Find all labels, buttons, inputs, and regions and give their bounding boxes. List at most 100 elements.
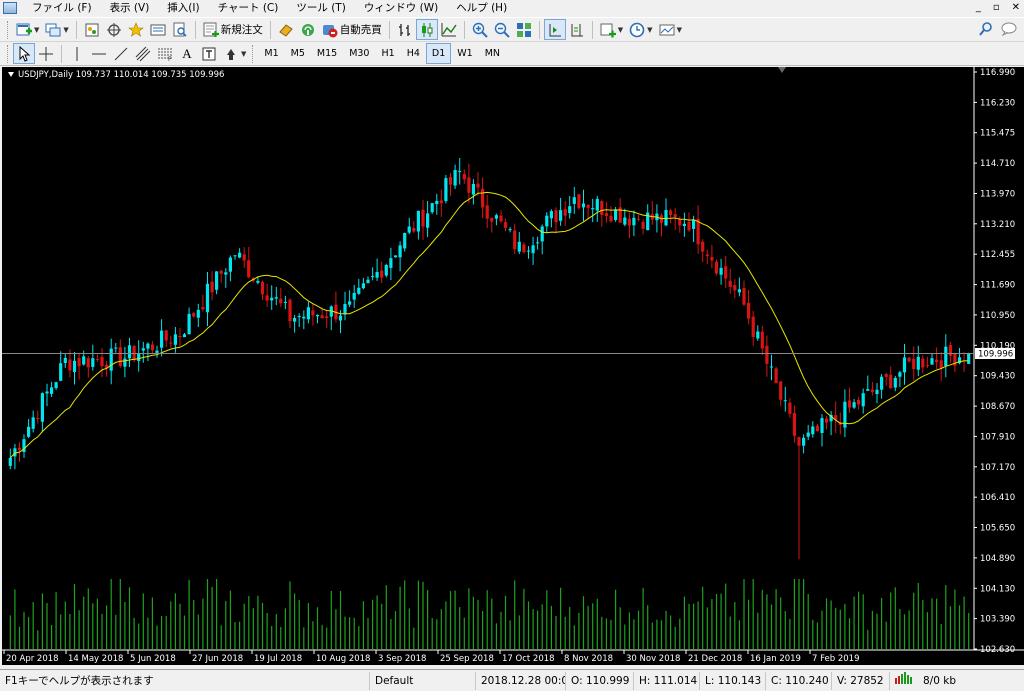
candle-body [568, 206, 572, 214]
candle-body [705, 254, 709, 257]
candle-body [866, 389, 870, 391]
date-tick-label: 16 Jan 2019 [750, 654, 801, 664]
profiles-button[interactable]: ▼ [42, 19, 71, 40]
chat-icon[interactable] [1000, 21, 1018, 40]
menu-help[interactable]: ヘルプ (H) [447, 0, 516, 16]
date-tick-label: 14 May 2018 [68, 654, 123, 664]
trendline-button[interactable] [110, 43, 132, 64]
menu-file[interactable]: ファイル (F) [23, 0, 101, 16]
candle-body [733, 285, 737, 291]
data-window-button[interactable] [103, 19, 125, 40]
tile-windows-button[interactable] [513, 19, 535, 40]
candle-body [238, 252, 242, 258]
menu-insert[interactable]: 挿入(I) [158, 0, 208, 16]
arrows-button[interactable]: ▼ [220, 43, 249, 64]
timeframe-w1[interactable]: W1 [451, 43, 478, 64]
timeframe-d1[interactable]: D1 [425, 43, 452, 64]
candle-body [797, 437, 801, 446]
zoom-in-button[interactable] [469, 19, 491, 40]
terminal-button[interactable] [147, 19, 169, 40]
candle-body [948, 345, 952, 356]
restore-button[interactable]: ▫ [993, 0, 1000, 16]
price-chart[interactable]: 116.990 116.230 115.475 114.710 113.970 113.2… [2, 67, 1024, 665]
date-tick-label: 30 Nov 2018 [626, 654, 680, 664]
channel-button[interactable] [132, 43, 154, 64]
bar-chart-button[interactable] [394, 19, 416, 40]
menu-window[interactable]: ウィンドウ (W) [355, 0, 447, 16]
candle-body [293, 318, 297, 322]
collapse-triangle-icon[interactable] [8, 72, 14, 77]
timeframe-m1[interactable]: M1 [258, 43, 284, 64]
close-button[interactable]: ✕ [1012, 0, 1020, 16]
candle-body [155, 350, 159, 353]
indicators-button[interactable]: ▼ [597, 19, 626, 40]
auto-trading-button[interactable]: 自動売買 [319, 19, 385, 40]
candle-body [889, 374, 893, 389]
candle-body [912, 358, 916, 370]
candle-body [233, 255, 237, 257]
new-order-button[interactable]: 新規注文 [200, 19, 266, 40]
candle-body [109, 348, 113, 371]
fibonacci-button[interactable]: F [154, 43, 176, 64]
menu-tools[interactable]: ツール (T) [287, 0, 354, 16]
candle-body [765, 345, 769, 364]
candle-body [338, 315, 343, 321]
line-chart-button[interactable] [438, 19, 460, 40]
periods-button[interactable]: ▼ [626, 19, 655, 40]
status-connection: 8/0 kb [890, 671, 1018, 690]
candle-body [256, 280, 260, 283]
timeframe-m30[interactable]: M30 [343, 43, 375, 64]
chart-shift-button[interactable] [566, 19, 588, 40]
timeframe-h1[interactable]: H1 [375, 43, 400, 64]
minimize-button[interactable]: _ [976, 0, 981, 16]
search-icon[interactable] [978, 21, 994, 40]
candle-body [127, 345, 132, 359]
clock-icon [629, 22, 645, 38]
text-label-button[interactable] [198, 43, 220, 64]
cursor-button[interactable] [13, 43, 35, 64]
auto-scroll-button[interactable] [543, 19, 566, 40]
candle-body [467, 177, 471, 193]
window-controls: _ ▫ ✕ [976, 0, 1020, 16]
vertical-line-button[interactable] [66, 43, 88, 64]
price-tick-label: 113.970 [980, 190, 1015, 200]
text-label-icon [201, 46, 217, 62]
templates-button[interactable]: ▼ [656, 19, 685, 40]
toolbar-grip[interactable] [252, 44, 255, 63]
crosshair-button[interactable] [35, 43, 57, 64]
candle-body [898, 372, 902, 377]
candle-body [494, 215, 498, 219]
signals-button[interactable] [297, 19, 319, 40]
terminal-icon [150, 22, 166, 38]
horizontal-line-button[interactable] [88, 43, 110, 64]
menu-chart[interactable]: チャート (C) [209, 0, 288, 16]
candle-body [673, 214, 677, 217]
zoom-out-button[interactable] [491, 19, 513, 40]
candle-body [426, 213, 430, 228]
candle-body [540, 226, 544, 242]
metaeditor-button[interactable] [275, 19, 297, 40]
text-button[interactable]: A [176, 43, 198, 64]
timeframe-mn[interactable]: MN [479, 43, 506, 64]
strategy-tester-button[interactable] [169, 19, 191, 40]
candlestick-chart-button[interactable] [415, 19, 438, 40]
chart-canvas[interactable]: 116.990 116.230 115.475 114.710 113.970 113.2… [2, 67, 1024, 665]
timeframe-m5[interactable]: M5 [285, 43, 311, 64]
timeframe-h4[interactable]: H4 [401, 43, 426, 64]
timeframe-m15[interactable]: M15 [311, 43, 343, 64]
candle-body [393, 255, 398, 258]
date-tick-label: 10 Aug 2018 [316, 654, 370, 664]
market-watch-button[interactable] [81, 19, 103, 40]
app-icon[interactable] [3, 2, 17, 14]
candle-body [609, 215, 613, 222]
toolbar-grip[interactable] [7, 20, 10, 39]
candle-body [45, 391, 49, 394]
candle-body [352, 292, 356, 300]
candle-body [224, 272, 228, 275]
menu-view[interactable]: 表示 (V) [101, 0, 159, 16]
toolbar-grip[interactable] [7, 44, 10, 63]
navigator-button[interactable] [125, 19, 147, 40]
candle-body [751, 316, 755, 337]
new-chart-button[interactable]: ▼ [13, 19, 42, 40]
status-profile: Default [370, 671, 476, 690]
